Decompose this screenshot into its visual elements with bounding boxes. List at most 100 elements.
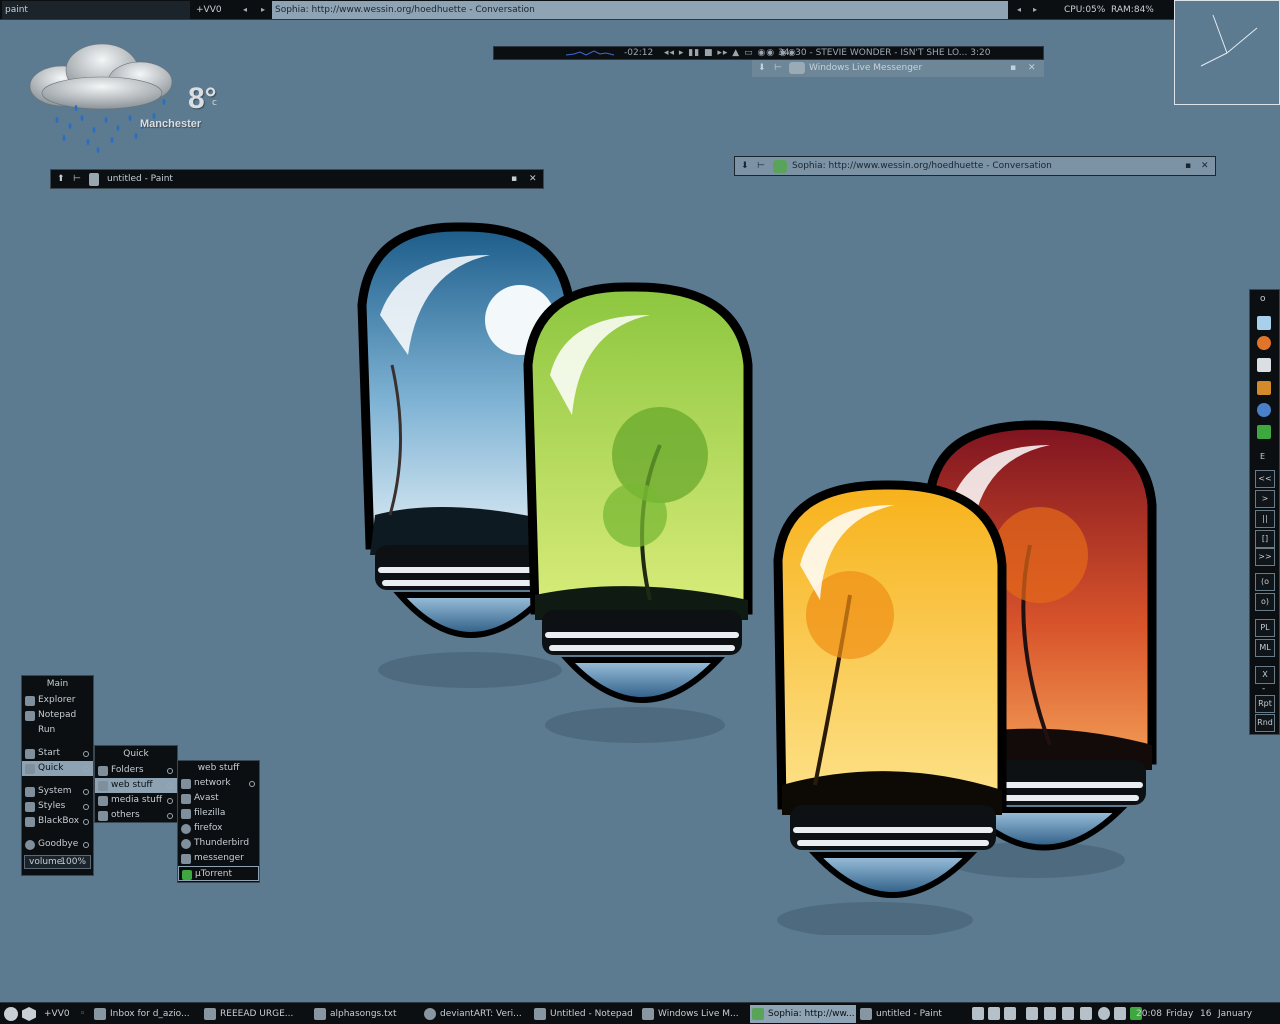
menu-item-goodbye[interactable]: Goodbye (22, 837, 93, 852)
prev-window-icon[interactable]: ◂ (1012, 1, 1026, 19)
desktop-dot-icon[interactable]: ◦ (80, 1005, 85, 1023)
menu-item-web-stuff[interactable]: web stuff (95, 778, 177, 793)
document-icon[interactable] (1257, 316, 1271, 330)
shade-icon[interactable]: ⬇ (758, 60, 766, 76)
dock-rewind-button[interactable]: << (1255, 470, 1275, 488)
shade-icon[interactable]: ⬇ (741, 158, 749, 175)
task-notepad[interactable]: Untitled - Notepad (532, 1005, 638, 1023)
maximize-icon[interactable]: ▪ (1010, 60, 1016, 76)
task-alphasongs[interactable]: alphasongs.txt (312, 1005, 416, 1023)
desktop-name[interactable]: +VV0 (196, 1, 236, 19)
filezilla-icon[interactable] (1257, 381, 1271, 395)
dock-play-button[interactable]: > (1255, 490, 1275, 508)
others-icon (98, 811, 108, 821)
task-messenger[interactable]: Windows Live M... (640, 1005, 746, 1023)
close-icon[interactable]: ✕ (529, 171, 537, 188)
menu-item-system[interactable]: System (22, 784, 93, 799)
speaker-icon[interactable] (1004, 1007, 1016, 1020)
menu-item-others[interactable]: others (95, 808, 177, 823)
menu-item-blackbox[interactable]: BlackBox (22, 814, 93, 829)
firefox-icon[interactable] (1257, 336, 1271, 350)
taskbar-desktop-name[interactable]: +VV0 (38, 1005, 70, 1023)
utorrent-icon[interactable] (1257, 425, 1271, 439)
visualizer-icon (566, 50, 614, 56)
menu-item-network[interactable]: network (178, 776, 259, 791)
media-icon (98, 796, 108, 806)
conversation-window-titlebar[interactable]: ⬇ ⊢ Sophia: http://www.wessin.org/hoedhu… (734, 156, 1216, 176)
player-controls-icon[interactable]: ◂◂ ▸ ▮▮ ■ ▸▸ ▲ ▭ ◉◉ ◉◉ (664, 47, 797, 59)
dock-top-dot[interactable]: o (1260, 294, 1266, 304)
maximize-icon[interactable]: ▪ (511, 171, 517, 188)
menu-item-avast[interactable]: Avast (178, 791, 259, 806)
monitor-icon[interactable] (1257, 358, 1271, 372)
next-desktop-icon[interactable]: ▸ (256, 1, 270, 19)
user-icon[interactable] (972, 1007, 984, 1020)
power-icon (25, 840, 35, 850)
shade-icon[interactable]: ⬆ (57, 171, 65, 188)
menu-item-messenger[interactable]: messenger (178, 851, 259, 866)
stick-icon[interactable]: ⊢ (73, 171, 81, 188)
active-window-title[interactable]: Sophia: http://www.wessin.org/hoedhuette… (272, 1, 1008, 19)
dock-close-button[interactable]: X (1255, 666, 1275, 684)
menu-item-run[interactable]: Run (22, 723, 93, 738)
menu-item-filezilla[interactable]: filezilla (178, 806, 259, 821)
menu-item-utorrent[interactable]: µTorrent (178, 866, 259, 881)
dock-random-button[interactable]: Rnd (1255, 714, 1275, 732)
task-inbox[interactable]: Inbox for d_azio... (92, 1005, 200, 1023)
filezilla-icon[interactable] (1026, 1007, 1038, 1020)
submenu-icon (83, 789, 89, 795)
close-icon[interactable]: ✕ (1201, 158, 1209, 175)
network-icon[interactable] (988, 1007, 1000, 1020)
track-time: -02:12 (624, 48, 654, 58)
messenger-icon (752, 1008, 764, 1020)
messenger-window-bar[interactable]: ⬇ ⊢ Windows Live Messenger ▪ ✕ (752, 60, 1044, 77)
main-menu: Main Explorer Notepad Run Start Quick Sy… (21, 675, 94, 876)
messenger-icon[interactable] (1114, 1007, 1126, 1020)
dock-vol-down-button[interactable]: (o (1255, 573, 1275, 591)
dock-repeat-button[interactable]: Rpt (1255, 695, 1275, 713)
menu-item-explorer[interactable]: Explorer (22, 693, 93, 708)
task-deviantart[interactable]: deviantART: Veri... (422, 1005, 530, 1023)
dock-pause-button[interactable]: || (1255, 510, 1275, 528)
submenu-icon (83, 819, 89, 825)
task-reeead[interactable]: REEEAD URGE... (202, 1005, 306, 1023)
menu-item-quick[interactable]: Quick (22, 761, 93, 776)
menu-item-firefox[interactable]: firefox (178, 821, 259, 836)
workspace-label[interactable]: paint (2, 1, 190, 19)
dock-medialib-button[interactable]: ML (1255, 639, 1275, 657)
menu-item-notepad[interactable]: Notepad (22, 708, 93, 723)
workspace-icon[interactable] (22, 1007, 36, 1021)
list-icon[interactable] (1062, 1007, 1074, 1020)
dock-stop-button[interactable]: [] (1255, 530, 1275, 548)
submenu-icon (83, 804, 89, 810)
close-icon[interactable]: ✕ (1028, 60, 1036, 76)
menu-item-thunderbird[interactable]: Thunderbird (178, 836, 259, 851)
menu-item-media-stuff[interactable]: media stuff (95, 793, 177, 808)
filezilla-icon (181, 809, 191, 819)
menu-item-styles[interactable]: Styles (22, 799, 93, 814)
monitor-icon[interactable] (1044, 1007, 1056, 1020)
task-paint[interactable]: untitled - Paint (858, 1005, 966, 1023)
paint-window-titlebar[interactable]: ⬆ ⊢ untitled - Paint ▪ ✕ (50, 169, 544, 189)
prev-desktop-icon[interactable]: ◂ (238, 1, 252, 19)
stick-icon[interactable]: ⊢ (757, 158, 765, 175)
maximize-icon[interactable]: ▪ (1185, 158, 1191, 175)
dock-playlist-button[interactable]: PL (1255, 619, 1275, 637)
volume-slider[interactable]: volume 100% (24, 855, 91, 869)
dock-forward-button[interactable]: >> (1255, 548, 1275, 566)
menu-item-folders[interactable]: Folders (95, 763, 177, 778)
avast-icon[interactable] (1098, 1007, 1110, 1020)
folder-icon (25, 749, 35, 759)
thunderbird-icon[interactable] (1257, 403, 1271, 417)
stick-icon[interactable]: ⊢ (774, 60, 782, 76)
settings-icon[interactable] (1080, 1007, 1092, 1020)
menu-item-start[interactable]: Start (22, 746, 93, 761)
dock-vol-up-button[interactable]: o) (1255, 593, 1275, 611)
utorrent-icon (182, 870, 192, 880)
power-icon[interactable] (4, 1007, 18, 1021)
task-conversation[interactable]: Sophia: http://ww... (750, 1005, 856, 1023)
next-window-icon[interactable]: ▸ (1028, 1, 1042, 19)
notepad-icon (534, 1008, 546, 1020)
weather-widget: 8° c Manchester (22, 38, 232, 158)
media-dock: o E << > || [] >> (o o) PL ML X - Rpt Rn… (1249, 289, 1280, 735)
